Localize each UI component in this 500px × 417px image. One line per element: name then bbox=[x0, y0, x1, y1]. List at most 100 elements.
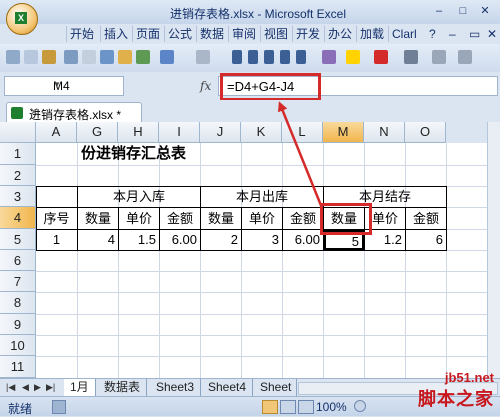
format-painter-icon[interactable] bbox=[118, 50, 132, 64]
ribbon-close-icon[interactable]: ✕ bbox=[484, 26, 500, 42]
col-header-i[interactable]: I bbox=[159, 122, 200, 143]
tab-addins[interactable]: 加载 bbox=[356, 26, 387, 42]
font-color-icon[interactable] bbox=[374, 50, 388, 64]
cell-area[interactable]: 份进销存汇总表 本月入库 本月出库 本月结存 序号 数量 单价 金额 数量 单价… bbox=[36, 143, 500, 379]
row-header-4[interactable]: 4 bbox=[0, 207, 36, 229]
ribbon-restore-icon[interactable]: ▭ bbox=[466, 26, 483, 42]
align-left-icon[interactable] bbox=[232, 50, 242, 64]
sheet-title[interactable]: 份进销存汇总表 bbox=[78, 143, 189, 165]
cell-i4[interactable]: 6.00 bbox=[160, 230, 200, 250]
vertical-scrollbar[interactable] bbox=[487, 122, 500, 378]
sheet-tab-5[interactable]: Sheet bbox=[254, 379, 297, 396]
print-icon[interactable] bbox=[82, 50, 96, 64]
justify-icon[interactable] bbox=[280, 50, 290, 64]
preview-icon[interactable] bbox=[100, 50, 114, 64]
cell-h4[interactable]: 1.5 bbox=[119, 230, 159, 250]
cell-g4[interactable]: 4 bbox=[78, 230, 118, 250]
header-out-amount[interactable]: 金额 bbox=[283, 208, 323, 229]
row-header-3[interactable]: 3 bbox=[0, 186, 36, 207]
tab-office[interactable]: 办公 bbox=[324, 26, 355, 42]
sheet-tab-1[interactable]: 1月 bbox=[64, 379, 96, 396]
close-button[interactable]: ✕ bbox=[476, 3, 494, 19]
tab-data[interactable]: 数据 bbox=[196, 26, 227, 42]
name-box[interactable]: M4 ▼ bbox=[4, 76, 124, 96]
col-header-k[interactable]: K bbox=[241, 122, 282, 143]
header-in-qty[interactable]: 数量 bbox=[78, 208, 118, 229]
col-header-o[interactable]: O bbox=[405, 122, 446, 143]
header-in-price[interactable]: 单价 bbox=[119, 208, 159, 229]
cell-l4[interactable]: 6.00 bbox=[283, 230, 323, 250]
group-outbound[interactable]: 本月出库 bbox=[201, 187, 323, 207]
redo-icon[interactable] bbox=[196, 50, 210, 64]
align-center-icon[interactable] bbox=[248, 50, 258, 64]
document-tab[interactable]: 进销存表格.xlsx * ✕ bbox=[6, 102, 142, 123]
header-seq[interactable]: 序号 bbox=[36, 208, 77, 229]
page-break-icon[interactable] bbox=[298, 400, 314, 414]
col-header-m[interactable]: M bbox=[323, 122, 364, 143]
cell-o4[interactable]: 6 bbox=[406, 230, 446, 250]
indent-icon[interactable] bbox=[296, 50, 306, 64]
merge-icon[interactable] bbox=[322, 50, 336, 64]
sheet-tab-4[interactable]: Sheet4 bbox=[202, 379, 254, 396]
row-header-9[interactable]: 9 bbox=[0, 314, 36, 335]
row-header-11[interactable]: 11 bbox=[0, 356, 36, 378]
header-in-amount[interactable]: 金额 bbox=[160, 208, 200, 229]
header-out-price[interactable]: 单价 bbox=[242, 208, 282, 229]
undo-icon[interactable] bbox=[160, 50, 174, 64]
help-icon[interactable]: ? bbox=[426, 26, 439, 42]
row-header-10[interactable]: 10 bbox=[0, 335, 36, 356]
tab-formulas[interactable]: 公式 bbox=[164, 26, 195, 42]
macro-record-icon[interactable] bbox=[52, 400, 66, 414]
zoom-level[interactable]: 100% bbox=[316, 400, 347, 414]
function-icon[interactable]: fx bbox=[200, 79, 211, 93]
cell-a4[interactable]: 1 bbox=[36, 230, 77, 250]
row-header-8[interactable]: 8 bbox=[0, 292, 36, 314]
grid-icon[interactable] bbox=[432, 50, 446, 64]
prev-sheet-icon[interactable]: ◀ bbox=[22, 382, 29, 393]
row-header-2[interactable]: 2 bbox=[0, 165, 36, 186]
last-sheet-icon[interactable]: ▶| bbox=[46, 382, 55, 393]
office-button[interactable]: X bbox=[6, 3, 38, 35]
cell-j4[interactable]: 2 bbox=[201, 230, 241, 250]
tab-page[interactable]: 页面 bbox=[132, 26, 163, 42]
header-out-qty[interactable]: 数量 bbox=[201, 208, 241, 229]
next-sheet-icon[interactable]: ▶ bbox=[34, 382, 41, 393]
row-header-7[interactable]: 7 bbox=[0, 271, 36, 292]
fill-color-icon[interactable] bbox=[346, 50, 360, 64]
tab-developer[interactable]: 开发 bbox=[292, 26, 323, 42]
close-tab-icon[interactable]: ✕ bbox=[29, 105, 136, 119]
cell-k4[interactable]: 3 bbox=[242, 230, 282, 250]
tab-review[interactable]: 审阅 bbox=[228, 26, 259, 42]
check-icon[interactable] bbox=[136, 50, 150, 64]
options-icon[interactable] bbox=[458, 50, 472, 64]
borders-icon[interactable] bbox=[404, 50, 418, 64]
col-header-g[interactable]: G bbox=[77, 122, 118, 143]
row-header-1[interactable]: 1 bbox=[0, 143, 36, 165]
page-layout-icon[interactable] bbox=[280, 400, 296, 414]
zoom-out-icon[interactable] bbox=[354, 400, 366, 412]
maximize-button[interactable]: □ bbox=[454, 3, 472, 19]
col-header-n[interactable]: N bbox=[364, 122, 405, 143]
align-right-icon[interactable] bbox=[264, 50, 274, 64]
cut-icon[interactable] bbox=[6, 50, 20, 64]
tab-home[interactable]: 开始 bbox=[66, 26, 97, 42]
header-bal-amount[interactable]: 金额 bbox=[406, 208, 446, 229]
tab-view[interactable]: 视图 bbox=[260, 26, 291, 42]
paste-icon[interactable] bbox=[42, 50, 56, 64]
group-inbound[interactable]: 本月入库 bbox=[78, 187, 200, 207]
col-header-h[interactable]: H bbox=[118, 122, 159, 143]
tab-insert[interactable]: 插入 bbox=[100, 26, 131, 42]
copy-icon[interactable] bbox=[24, 50, 38, 64]
sheet-tab-3[interactable]: Sheet3 bbox=[150, 379, 202, 396]
ribbon-minimize-icon[interactable]: – bbox=[446, 26, 459, 42]
col-header-j[interactable]: J bbox=[200, 122, 241, 143]
normal-view-icon[interactable] bbox=[262, 400, 278, 414]
sheet-tab-2[interactable]: 数据表 bbox=[98, 379, 148, 396]
col-header-l[interactable]: L bbox=[282, 122, 323, 143]
col-header-a[interactable]: A bbox=[36, 122, 77, 143]
tab-clarl[interactable]: Clarl bbox=[388, 26, 420, 42]
minimize-button[interactable]: – bbox=[430, 3, 448, 19]
first-sheet-icon[interactable]: |◀ bbox=[6, 382, 15, 393]
select-all-corner[interactable] bbox=[0, 122, 36, 143]
chevron-down-icon[interactable]: ▼ bbox=[53, 80, 121, 89]
